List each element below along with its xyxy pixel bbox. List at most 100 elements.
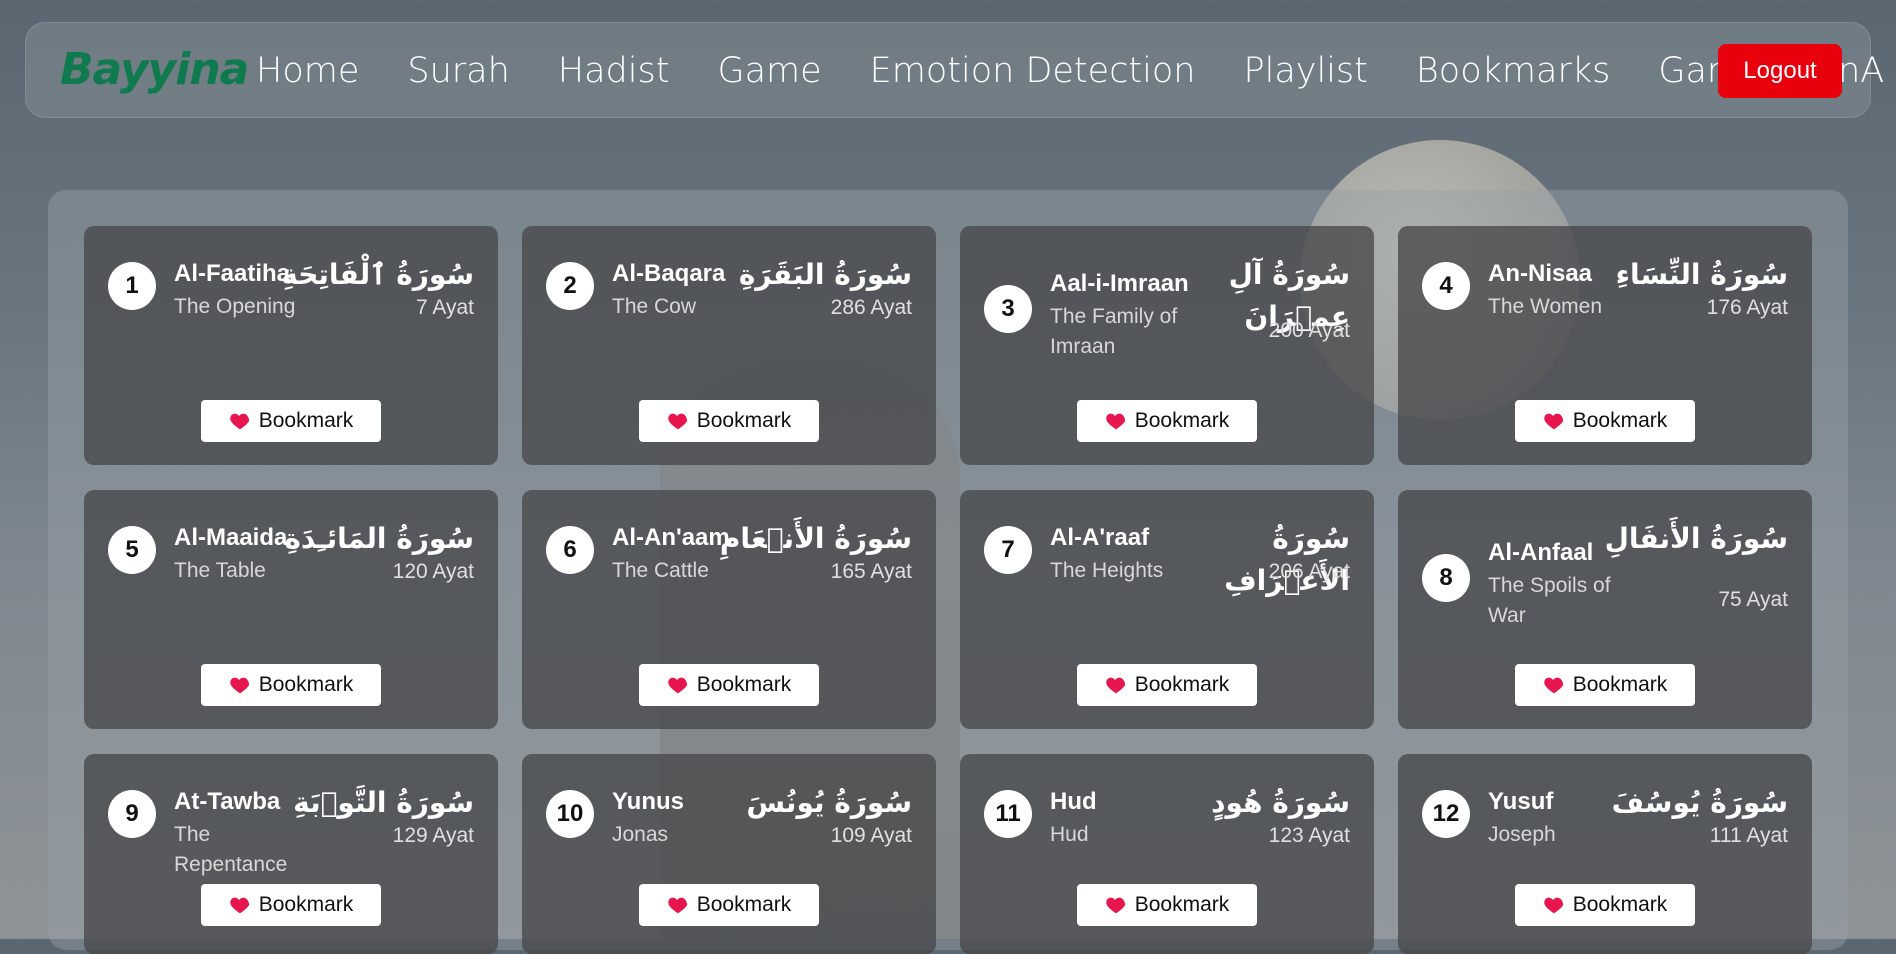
surah-name[interactable]: Al-Faatiha [174, 260, 290, 288]
surah-grid: 1 Al-Faatiha The Opening سُورَةُ ٱلْفَات… [84, 226, 1814, 954]
heart-icon [229, 677, 249, 694]
surah-meaning: The Spoils of War [1488, 574, 1611, 627]
surah-name[interactable]: Yusuf [1488, 788, 1553, 816]
surah-number-badge: 9 [108, 790, 156, 838]
surah-meaning: The Women [1488, 295, 1602, 318]
heart-icon [1543, 897, 1563, 914]
bookmark-label: Bookmark [696, 409, 792, 432]
surah-card: 10 Yunus Jonas سُورَةُ يُونُسَ 109 Ayat … [522, 754, 936, 954]
bookmark-button[interactable]: Bookmark [1077, 884, 1257, 926]
nav-playlist[interactable]: Playlist [1243, 51, 1367, 91]
nav-hadist[interactable]: Hadist [558, 51, 670, 91]
bookmark-button[interactable]: Bookmark [1515, 400, 1695, 442]
surah-card: 4 An-Nisaa The Women سُورَةُ النِّسَاءِ … [1398, 226, 1812, 465]
bookmark-button[interactable]: Bookmark [1077, 664, 1257, 706]
surah-name[interactable]: Al-Baqara [612, 260, 725, 288]
surah-card: 9 At-Tawba The Repentance سُورَةُ التَّو… [84, 754, 498, 954]
surah-ayat-count: 75 Ayat [1718, 588, 1788, 611]
bookmark-button[interactable]: Bookmark [201, 400, 381, 442]
heart-icon [1543, 677, 1563, 694]
surah-card: 2 Al-Baqara The Cow سُورَةُ البَقَرَةِ 2… [522, 226, 936, 465]
surah-arabic-name: سُورَةُ المَائـِدَةِ [284, 522, 474, 555]
heart-icon [229, 897, 249, 914]
surah-arabic-name: سُورَةُ هُودٍ [1211, 786, 1350, 819]
surah-card: 11 Hud Hud سُورَةُ هُودٍ 123 Ayat Bookma… [960, 754, 1374, 954]
surah-card: 8 Al-Anfaal The Spoils of War سُورَةُ ال… [1398, 490, 1812, 729]
surah-name[interactable]: Al-Anfaal [1488, 539, 1593, 567]
bookmark-button[interactable]: Bookmark [1515, 884, 1695, 926]
surah-card: 7 Al-A'raaf The Heights سُورَةُ الأَعۡرَ… [960, 490, 1374, 729]
bookmark-label: Bookmark [1572, 409, 1668, 432]
surah-meaning: The Repentance [174, 823, 288, 876]
bookmark-button[interactable]: Bookmark [639, 400, 819, 442]
bookmark-label: Bookmark [258, 673, 354, 696]
surah-card: 12 Yusuf Joseph سُورَةُ يُوسُفَ 111 Ayat… [1398, 754, 1812, 954]
surah-meaning: The Opening [174, 295, 296, 318]
surah-meaning: The Table [174, 559, 266, 582]
bookmark-button[interactable]: Bookmark [1515, 664, 1695, 706]
surah-meaning: Hud [1050, 823, 1089, 846]
surah-number-badge: 4 [1422, 262, 1470, 310]
nav-bookmarks[interactable]: Bookmarks [1416, 51, 1610, 91]
bookmark-label: Bookmark [258, 893, 354, 916]
bookmark-button[interactable]: Bookmark [639, 884, 819, 926]
surah-ayat-count: 109 Ayat [830, 824, 912, 847]
surah-meaning: Jonas [612, 823, 669, 846]
heart-icon [1543, 413, 1563, 430]
nav-home[interactable]: Home [256, 51, 359, 91]
surah-name[interactable]: At-Tawba [174, 788, 280, 816]
surah-number-badge: 5 [108, 526, 156, 574]
surah-ayat-count: 120 Ayat [392, 560, 474, 583]
app-logo[interactable]: Bayyina [60, 45, 249, 95]
heart-icon [667, 897, 687, 914]
nav-surah[interactable]: Surah [407, 51, 509, 91]
heart-icon [1105, 413, 1125, 430]
surah-name[interactable]: Hud [1050, 788, 1097, 816]
navbar: Bayyina Home Surah Hadist Game Emotion D… [25, 22, 1884, 118]
surah-card: 3 Aal-i-Imraan The Family of Imraan سُور… [960, 226, 1374, 465]
bookmark-label: Bookmark [696, 673, 792, 696]
bookmark-button[interactable]: Bookmark [639, 664, 819, 706]
surah-number-badge: 3 [984, 285, 1032, 333]
surah-meaning: The Cow [612, 295, 697, 318]
surah-meaning: The Cattle [612, 559, 709, 582]
logout-button[interactable]: Logout [1718, 44, 1842, 98]
heart-icon [229, 413, 249, 430]
heart-icon [667, 413, 687, 430]
surah-card: 5 Al-Maaida The Table سُورَةُ المَائـِدَ… [84, 490, 498, 729]
surah-number-badge: 10 [546, 790, 594, 838]
surah-number-badge: 1 [108, 262, 156, 310]
surah-name[interactable]: An-Nisaa [1488, 260, 1592, 288]
bookmark-label: Bookmark [1134, 893, 1230, 916]
nav-emotion-detection[interactable]: Emotion Detection [870, 51, 1196, 91]
surah-name[interactable]: Al-An'aam [612, 524, 730, 552]
surah-arabic-name: سُورَةُ البَقَرَةِ [738, 258, 912, 291]
bookmark-label: Bookmark [258, 409, 354, 432]
surah-ayat-count: 206 Ayat [1268, 560, 1350, 583]
surah-name[interactable]: Al-Maaida [174, 524, 287, 552]
bookmark-button[interactable]: Bookmark [201, 664, 381, 706]
surah-arabic-name: سُورَةُ يُونُسَ [746, 786, 912, 819]
surah-ayat-count: 286 Ayat [830, 296, 912, 319]
surah-card: 6 Al-An'aam The Cattle سُورَةُ الأَنۡعَا… [522, 490, 936, 729]
surah-number-badge: 7 [984, 526, 1032, 574]
bookmark-label: Bookmark [1572, 893, 1668, 916]
surah-arabic-name: سُورَةُ الأَنفَالِ [1604, 522, 1788, 555]
surah-ayat-count: 165 Ayat [830, 560, 912, 583]
bookmark-label: Bookmark [696, 893, 792, 916]
surah-name[interactable]: Al-A'raaf [1050, 524, 1149, 552]
surah-name[interactable]: Yunus [612, 788, 684, 816]
surah-ayat-count: 123 Ayat [1268, 824, 1350, 847]
bookmark-label: Bookmark [1134, 673, 1230, 696]
surah-ayat-count: 129 Ayat [392, 824, 474, 847]
bookmark-button[interactable]: Bookmark [1077, 400, 1257, 442]
surah-number-badge: 11 [984, 790, 1032, 838]
surah-number-badge: 2 [546, 262, 594, 310]
surah-arabic-name: سُورَةُ الأَنۡعَامِ [719, 522, 912, 555]
nav-game[interactable]: Game [717, 51, 821, 91]
surah-arabic-name: سُورَةُ التَّوۡبَةِ [293, 786, 474, 819]
surah-number-badge: 6 [546, 526, 594, 574]
surah-ayat-count: 200 Ayat [1268, 319, 1350, 342]
surah-ayat-count: 7 Ayat [416, 296, 474, 319]
bookmark-button[interactable]: Bookmark [201, 884, 381, 926]
